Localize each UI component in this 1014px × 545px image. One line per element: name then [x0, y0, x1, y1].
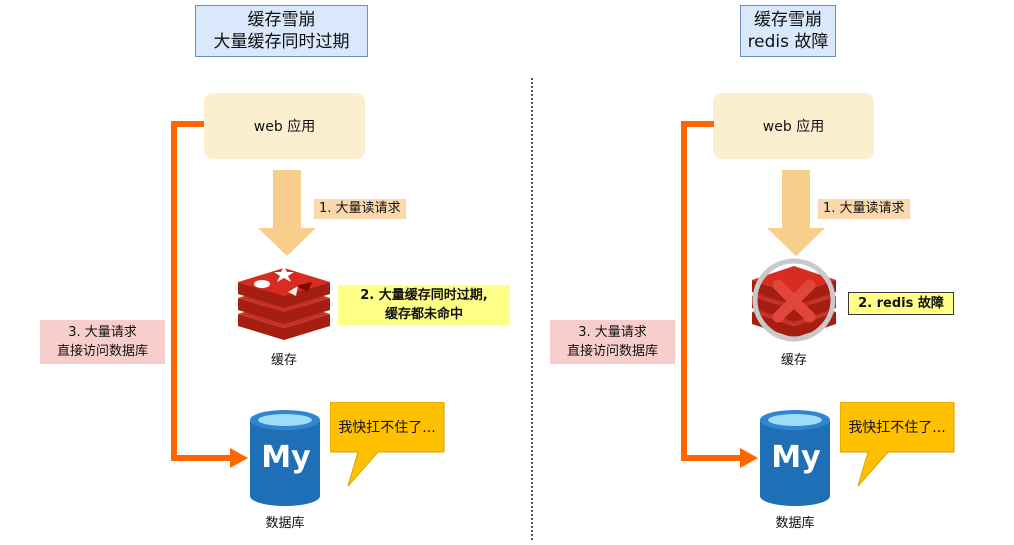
right-db-label: 数据库 [775, 516, 815, 531]
left-step2-label: 2. 大量缓存同时过期, 缓存都未命中 [338, 285, 510, 325]
left-down-arrow [258, 170, 318, 260]
left-step3-line1: 3. 大量请求 [68, 325, 137, 340]
left-db-label: 数据库 [265, 516, 305, 531]
left-title: 缓存雪崩 大量缓存同时过期 [195, 5, 368, 57]
left-web-app-label: web 应用 [253, 119, 316, 135]
left-title-line1: 缓存雪崩 [247, 10, 316, 30]
right-cache-label: 缓存 [780, 353, 807, 368]
right-title-line2: redis 故障 [747, 32, 829, 52]
right-step3-line2: 直接访问数据库 [566, 344, 658, 359]
right-web-app-label: web 应用 [762, 119, 825, 135]
right-step2-label: 2. redis 故障 [848, 292, 954, 315]
right-title-line1: 缓存雪崩 [754, 10, 822, 30]
left-title-line2: 大量缓存同时过期 [213, 32, 350, 52]
left-step1-label: 1. 大量读请求 [314, 199, 406, 219]
left-step2-line1: 2. 大量缓存同时过期, [360, 288, 488, 303]
left-mysql-logo-text: My [261, 440, 311, 475]
right-direct-db-arrow [676, 118, 766, 468]
left-step2-line2: 缓存都未命中 [384, 307, 463, 322]
right-step3-line1: 3. 大量请求 [578, 325, 647, 340]
left-step3-line2: 直接访问数据库 [56, 344, 148, 359]
right-step1-label: 1. 大量读请求 [818, 199, 910, 219]
right-callout-text: 我快扛不住了... [848, 420, 946, 436]
right-title: 缓存雪崩 redis 故障 [740, 5, 836, 57]
left-step3-label: 3. 大量请求 直接访问数据库 [40, 320, 165, 364]
right-step3-label: 3. 大量请求 直接访问数据库 [550, 320, 675, 364]
panel-divider [531, 78, 533, 540]
left-direct-db-arrow [166, 118, 256, 468]
left-cache-label: 缓存 [270, 353, 297, 368]
left-callout-text: 我快扛不住了... [338, 420, 436, 436]
right-mysql-logo-text: My [771, 440, 821, 475]
